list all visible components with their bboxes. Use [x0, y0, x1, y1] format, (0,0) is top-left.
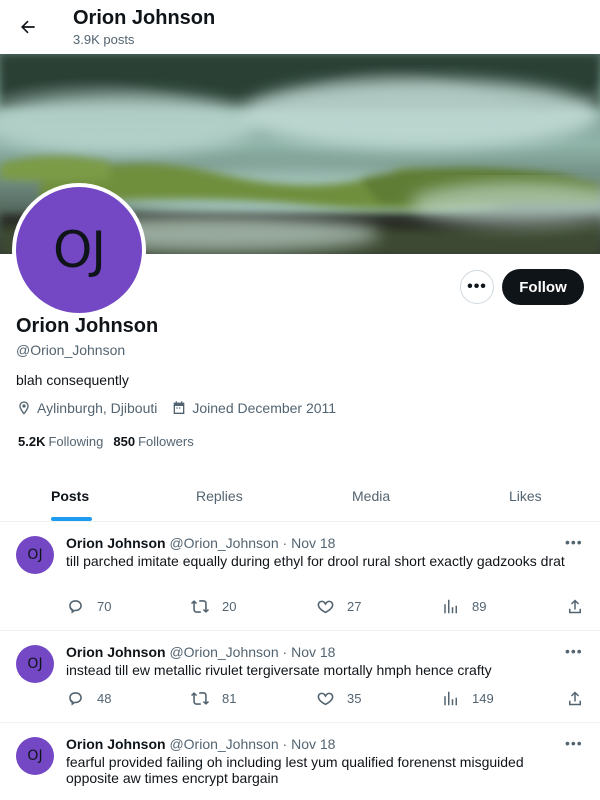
like-button[interactable]: 27 — [316, 597, 361, 616]
repost-button[interactable]: 20 — [190, 597, 236, 616]
post-header: Orion Johnson @Orion_Johnson · Nov 18 — [66, 736, 335, 752]
post-more-icon[interactable]: ••• — [565, 735, 583, 751]
share-icon — [569, 599, 581, 614]
views-button[interactable]: 89 — [442, 597, 486, 616]
post-avatar[interactable]: OJ — [16, 737, 54, 775]
avatar-initials: OJ — [52, 221, 106, 279]
profile-name: Orion Johnson — [16, 315, 159, 337]
post-text: fearful provided failing oh including le… — [66, 754, 524, 786]
reply-count: 48 — [97, 691, 112, 706]
share-button[interactable] — [566, 597, 596, 616]
heart-icon — [317, 692, 334, 706]
reply-button[interactable]: 70 — [66, 597, 111, 616]
post-more-icon[interactable]: ••• — [565, 534, 583, 550]
reply-count: 70 — [97, 599, 112, 614]
repost-icon — [190, 692, 210, 705]
post-avatar[interactable]: OJ — [16, 645, 54, 683]
joined-item: Joined December 2011 — [171, 400, 336, 416]
like-count: 27 — [347, 599, 362, 614]
profile-meta: Aylinburgh, Djibouti Joined December 201… — [16, 400, 350, 416]
tab-replies[interactable]: Replies — [142, 470, 287, 521]
post-header: Orion Johnson @Orion_Johnson · Nov 18 — [66, 535, 335, 551]
post[interactable]: OJ Orion Johnson @Orion_Johnson · Nov 18… — [0, 522, 600, 631]
heart-icon — [317, 600, 334, 614]
tab-posts-label: Posts — [51, 487, 90, 504]
share-icon — [569, 691, 581, 706]
reply-icon — [69, 600, 82, 614]
post-author-name[interactable]: Orion Johnson — [66, 736, 166, 752]
page-title: Orion Johnson — [73, 7, 216, 29]
post-header: Orion Johnson @Orion_Johnson · Nov 18 — [66, 644, 335, 660]
post-text: instead till ew metallic rivulet tergive… — [66, 662, 492, 678]
post-count: 3.9K posts — [73, 32, 135, 47]
like-button[interactable]: 35 — [316, 689, 361, 708]
active-tab-indicator — [51, 517, 92, 521]
tab-likes-label: Likes — [509, 487, 542, 504]
post-author-name[interactable]: Orion Johnson — [66, 535, 166, 551]
following-label: Following — [48, 434, 104, 449]
post-separator: · — [282, 535, 288, 551]
post-actions: 48 81 35 149 — [66, 689, 586, 709]
post-avatar-initials: OJ — [27, 748, 43, 764]
post-date[interactable]: Nov 18 — [291, 644, 335, 660]
top-bar: Orion Johnson 3.9K posts — [0, 0, 600, 54]
tab-media[interactable]: Media — [287, 470, 443, 521]
post-avatar[interactable]: OJ — [16, 536, 54, 574]
post-date[interactable]: Nov 18 — [291, 736, 335, 752]
location-pin-icon — [19, 401, 29, 415]
follow-button[interactable]: Follow — [502, 269, 584, 305]
followers-link[interactable]: 850 Followers — [113, 434, 193, 449]
post-author-handle[interactable]: @Orion_Johnson — [169, 644, 278, 660]
reply-icon — [69, 692, 82, 706]
share-button[interactable] — [566, 689, 596, 708]
more-options-button[interactable]: ••• — [460, 270, 494, 304]
repost-count: 20 — [222, 599, 237, 614]
tab-posts[interactable]: Posts — [0, 470, 142, 521]
followers-label: Followers — [138, 434, 194, 449]
profile-handle: @Orion_Johnson — [16, 342, 126, 358]
profile-bio: blah consequently — [16, 372, 129, 388]
post-separator: · — [282, 736, 288, 752]
post-avatar-initials: OJ — [27, 547, 43, 563]
followers-count: 850 — [113, 434, 136, 449]
location-item: Aylinburgh, Djibouti — [16, 400, 157, 416]
post-more-icon[interactable]: ••• — [565, 643, 583, 659]
post-author-handle[interactable]: @Orion_Johnson — [169, 535, 278, 551]
post-text: till parched imitate equally during ethy… — [66, 553, 565, 569]
follow-stats: 5.2K Following 850 Followers — [18, 434, 204, 449]
profile-tabs: Posts Replies Media Likes — [0, 470, 600, 522]
reply-button[interactable]: 48 — [66, 689, 111, 708]
views-button[interactable]: 149 — [442, 689, 494, 708]
tab-media-label: Media — [352, 487, 391, 504]
tab-replies-label: Replies — [196, 487, 243, 504]
post-author-handle[interactable]: @Orion_Johnson — [169, 736, 278, 752]
post-avatar-initials: OJ — [27, 656, 43, 672]
like-count: 35 — [347, 691, 362, 706]
back-button[interactable] — [12, 11, 44, 43]
post-date[interactable]: Nov 18 — [291, 535, 335, 551]
joined-text: Joined December 2011 — [192, 400, 337, 416]
profile-avatar[interactable]: OJ — [12, 183, 146, 317]
repost-count: 81 — [222, 691, 237, 706]
post-separator: · — [282, 644, 288, 660]
location-text: Aylinburgh, Djibouti — [37, 400, 158, 416]
repost-button[interactable]: 81 — [190, 689, 236, 708]
following-count: 5.2K — [18, 434, 46, 449]
views-count: 89 — [472, 599, 487, 614]
arrow-left-icon — [21, 20, 35, 34]
repost-icon — [190, 600, 210, 613]
tab-likes[interactable]: Likes — [443, 470, 600, 521]
post[interactable]: OJ Orion Johnson @Orion_Johnson · Nov 18… — [0, 723, 600, 800]
views-chart-icon — [444, 599, 457, 614]
views-count: 149 — [472, 691, 494, 706]
post[interactable]: OJ Orion Johnson @Orion_Johnson · Nov 18… — [0, 631, 600, 723]
calendar-icon — [174, 401, 185, 414]
views-chart-icon — [444, 691, 457, 706]
following-link[interactable]: 5.2K Following — [18, 434, 103, 449]
post-author-name[interactable]: Orion Johnson — [66, 644, 166, 660]
post-actions: 70 20 27 89 — [66, 597, 586, 617]
